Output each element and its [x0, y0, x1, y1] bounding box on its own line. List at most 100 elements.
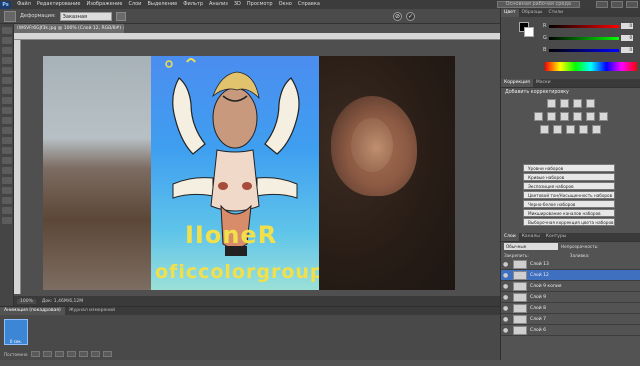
- background-color-swatch[interactable]: [524, 27, 534, 37]
- color-spectrum[interactable]: [545, 62, 637, 71]
- menu-edit[interactable]: Редактирование: [34, 0, 84, 9]
- threshold-icon[interactable]: [566, 125, 575, 134]
- brush-tool-icon[interactable]: [1, 97, 12, 104]
- green-value[interactable]: 0: [621, 35, 633, 41]
- menu-image[interactable]: Изображение: [83, 0, 125, 9]
- eye-icon[interactable]: ●: [503, 305, 510, 312]
- preset-item[interactable]: Уровни наборов: [523, 164, 615, 172]
- cancel-transform-icon[interactable]: ⊘: [393, 11, 402, 21]
- warp-orientation-button[interactable]: [115, 11, 126, 21]
- tab-adjustments[interactable]: Коррекция: [501, 79, 533, 87]
- tab-layers[interactable]: Слои: [501, 233, 519, 241]
- history-brush-tool-icon[interactable]: [1, 117, 12, 124]
- tool-preset-icon[interactable]: [4, 10, 16, 22]
- maximize-button[interactable]: [611, 1, 623, 8]
- green-slider[interactable]: [549, 36, 619, 40]
- path-select-tool-icon[interactable]: [1, 187, 12, 194]
- tab-swatches[interactable]: Образцы: [519, 9, 546, 17]
- preset-item[interactable]: Черно-белое наборов: [523, 200, 615, 208]
- blur-tool-icon[interactable]: [1, 147, 12, 154]
- eye-icon[interactable]: ●: [503, 283, 510, 290]
- photo-filter-icon[interactable]: [585, 112, 595, 121]
- tab-color[interactable]: Цвет: [501, 9, 519, 17]
- next-frame-icon[interactable]: [66, 351, 76, 357]
- preset-item[interactable]: Экспозиция наборов: [523, 182, 615, 190]
- document-tab[interactable]: (W6VFr6GJf3k.jpg @ 100% (Слой 12, RGB/8#…: [14, 24, 124, 33]
- dodge-tool-icon[interactable]: [1, 157, 12, 164]
- red-value[interactable]: 0: [621, 23, 633, 29]
- menu-view[interactable]: Просмотр: [244, 0, 276, 9]
- tab-masks[interactable]: Маски: [533, 79, 554, 87]
- workspace-switcher[interactable]: Основная рабочая среда: [496, 1, 580, 8]
- eye-icon[interactable]: ●: [503, 316, 510, 323]
- horizontal-ruler[interactable]: [14, 33, 500, 40]
- menu-window[interactable]: Окно: [276, 0, 295, 9]
- minimize-button[interactable]: [596, 1, 608, 8]
- preset-item[interactable]: Цветовой тон/Насыщенность наборов: [523, 191, 615, 199]
- invert-icon[interactable]: [540, 125, 549, 134]
- play-icon[interactable]: [54, 351, 64, 357]
- hand-tool-icon[interactable]: [1, 207, 12, 214]
- clone-tool-icon[interactable]: [1, 107, 12, 114]
- menu-analysis[interactable]: Анализ: [206, 0, 231, 9]
- menu-select[interactable]: Выделение: [144, 0, 180, 9]
- vertical-ruler[interactable]: [14, 40, 21, 294]
- color-balance-icon[interactable]: [559, 112, 569, 121]
- duplicate-frame-icon[interactable]: [90, 351, 100, 357]
- eye-icon[interactable]: ●: [503, 261, 510, 268]
- blue-slider[interactable]: [549, 48, 619, 52]
- levels-icon[interactable]: [559, 99, 569, 108]
- quick-select-tool-icon[interactable]: [1, 57, 12, 64]
- eraser-tool-icon[interactable]: [1, 127, 12, 134]
- tab-styles[interactable]: Стили: [546, 9, 567, 17]
- loop-select[interactable]: Постоянно: [4, 352, 28, 357]
- lasso-tool-icon[interactable]: [1, 47, 12, 54]
- menu-3d[interactable]: 3D: [231, 0, 244, 9]
- layer-row[interactable]: ● Слой 9 копия: [501, 281, 640, 292]
- selective-color-icon[interactable]: [592, 125, 601, 134]
- gradient-map-icon[interactable]: [579, 125, 588, 134]
- layer-row[interactable]: ● Слой 7: [501, 314, 640, 325]
- hue-saturation-icon[interactable]: [546, 112, 556, 121]
- pen-tool-icon[interactable]: [1, 167, 12, 174]
- layer-row[interactable]: ● Слой 13: [501, 259, 640, 270]
- preset-item[interactable]: Кривые наборов: [523, 173, 615, 181]
- eyedropper-tool-icon[interactable]: [1, 77, 12, 84]
- channel-mixer-icon[interactable]: [598, 112, 608, 121]
- menu-help[interactable]: Справка: [295, 0, 323, 9]
- menu-filter[interactable]: Фильтр: [180, 0, 206, 9]
- gradient-tool-icon[interactable]: [1, 137, 12, 144]
- layer-row-active[interactable]: ● Слой 12: [501, 270, 640, 281]
- tab-paths[interactable]: Контуры: [543, 233, 570, 241]
- exposure-icon[interactable]: [585, 99, 595, 108]
- tween-icon[interactable]: [78, 351, 88, 357]
- delete-frame-icon[interactable]: [102, 351, 112, 357]
- move-tool-icon[interactable]: [1, 27, 12, 34]
- previous-frame-icon[interactable]: [42, 351, 52, 357]
- tab-measurement-log[interactable]: Журнал измерений: [65, 307, 119, 315]
- zoom-tool-icon[interactable]: [1, 217, 12, 224]
- close-button[interactable]: [626, 1, 638, 8]
- zoom-level[interactable]: 100%: [17, 298, 36, 304]
- brightness-icon[interactable]: [546, 99, 556, 108]
- red-slider[interactable]: [549, 24, 619, 28]
- eye-icon[interactable]: ●: [503, 294, 510, 301]
- layer-row[interactable]: ● Слой 6: [501, 325, 640, 336]
- eye-icon[interactable]: ●: [503, 327, 510, 334]
- commit-transform-icon[interactable]: ✓: [406, 11, 415, 21]
- first-frame-icon[interactable]: [30, 351, 40, 357]
- blue-value[interactable]: 0: [621, 47, 633, 53]
- menu-layers[interactable]: Слои: [125, 0, 144, 9]
- type-tool-icon[interactable]: [1, 177, 12, 184]
- posterize-icon[interactable]: [553, 125, 562, 134]
- layer-row[interactable]: ● Слой 8: [501, 303, 640, 314]
- image-canvas[interactable]: IIoneR oficcolorgroup: [43, 56, 455, 290]
- marquee-tool-icon[interactable]: [1, 37, 12, 44]
- vibrance-icon[interactable]: [533, 112, 543, 121]
- black-white-icon[interactable]: [572, 112, 582, 121]
- animation-frame[interactable]: 0 сек.: [4, 319, 28, 345]
- crop-tool-icon[interactable]: [1, 67, 12, 74]
- tab-animation[interactable]: Анимация (покадровая): [0, 307, 65, 315]
- eye-icon[interactable]: ●: [503, 272, 510, 279]
- preset-item[interactable]: Выборочная коррекция цвета наборов: [523, 218, 615, 226]
